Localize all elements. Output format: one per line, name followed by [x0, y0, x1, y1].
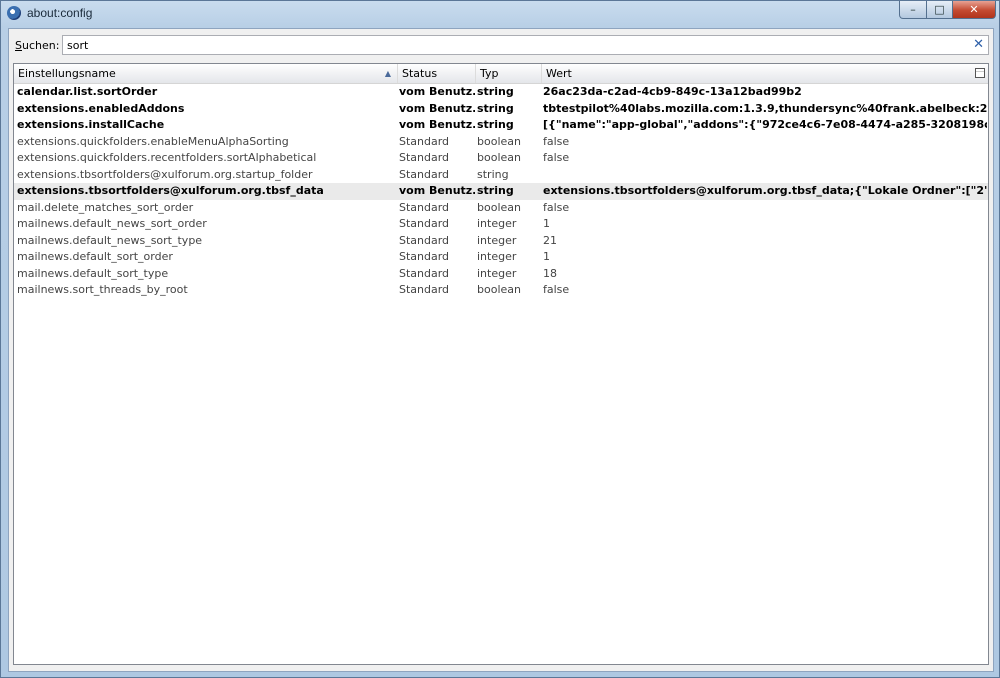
search-label-text: uchen: [21, 39, 60, 52]
cell-type: integer [477, 233, 517, 247]
cell-status: Standard [399, 167, 450, 181]
table-row[interactable]: mail.delete_matches_sort_order Standard bo… [14, 200, 988, 217]
config-content: Suchen: ✕ Einstellungsname ▲ Status Typ … [8, 28, 994, 672]
window-title: about:config [27, 6, 93, 20]
cell-status: Standard [399, 283, 450, 296]
cell-type: integer [477, 250, 517, 263]
maximize-icon: □ [934, 3, 945, 16]
cell-name: extensions.tbsortfolders@xulforum.org.st… [17, 167, 313, 181]
cell-value: tbtestpilot%40labs.mozilla.com:1.3.9,thu… [543, 101, 987, 115]
search-label: Suchen: [15, 39, 59, 52]
table-row[interactable]: extensions.quickfolders.recentfolders.so… [14, 150, 988, 167]
thunderbird-app-icon [7, 6, 21, 20]
cell-value: 1 [543, 250, 550, 263]
cell-name: extensions.installCache [17, 118, 165, 131]
maximize-button[interactable]: □ [926, 1, 953, 19]
cell-status: vom Benutz... [399, 118, 475, 131]
cell-status: vom Benutz... [399, 184, 475, 197]
sort-ascending-icon: ▲ [384, 69, 391, 78]
cell-name: extensions.quickfolders.enableMenuAlphaS… [17, 134, 289, 148]
clear-search-icon[interactable]: ✕ [973, 37, 984, 53]
cell-value: false [543, 200, 570, 214]
cell-value: extensions.tbsortfolders@xulforum.org.tb… [543, 184, 987, 197]
table-row[interactable]: extensions.tbsortfolders@xulforum.org.st… [14, 167, 988, 184]
cell-status: Standard [399, 233, 450, 247]
table-row[interactable]: calendar.list.sortOrder vom Benutz...stri… [14, 84, 988, 101]
close-window-button[interactable]: ✕ [952, 1, 996, 19]
cell-value: false [543, 134, 570, 148]
cell-name: extensions.tbsortfolders@xulforum.org.tb… [17, 184, 324, 197]
cell-name: mailnews.sort_threads_by_root [17, 283, 188, 296]
cell-name: mailnews.default_news_sort_order [17, 217, 207, 230]
cell-value: false [543, 283, 570, 296]
cell-type: integer [477, 217, 517, 230]
cell-value: 26ac23da-c2ad-4cb9-849c-13a12bad99b2 [543, 85, 802, 98]
cell-name: mailnews.default_sort_type [17, 266, 169, 280]
search-box: ✕ [62, 35, 989, 55]
cell-status: Standard [399, 134, 450, 148]
column-header-name-label: Einstellungsname [18, 67, 116, 80]
cell-value: 1 [543, 217, 550, 230]
table-row[interactable]: mailnews.default_sort_type Standard intege… [14, 266, 988, 283]
table-row[interactable]: mailnews.default_news_sort_order Standard… [14, 216, 988, 233]
table-row[interactable]: extensions.tbsortfolders@xulforum.org.tb… [14, 183, 988, 200]
table-row[interactable]: extensions.installCache vom Benutz...stri… [14, 117, 988, 134]
table-row[interactable]: mailnews.sort_threads_by_root Standard boo… [14, 282, 988, 299]
cell-type: string [477, 118, 514, 131]
cell-value: false [543, 151, 570, 164]
tree-header: Einstellungsname ▲ Status Typ Wert [14, 64, 988, 84]
cell-name: mail.delete_matches_sort_order [17, 200, 194, 214]
column-header-status[interactable]: Status [398, 64, 476, 83]
table-row[interactable]: mailnews.default_sort_order Standard integ… [14, 249, 988, 266]
column-header-type-label: Typ [480, 67, 499, 80]
cell-name: mailnews.default_sort_order [17, 250, 173, 263]
cell-type: integer [477, 266, 517, 280]
close-icon: ✕ [969, 3, 979, 16]
cell-value: 21 [543, 233, 557, 247]
title-bar[interactable]: about:config – □ ✕ [1, 1, 999, 25]
preferences-tree[interactable]: Einstellungsname ▲ Status Typ Wert calen… [13, 63, 989, 665]
column-header-status-label: Status [402, 67, 438, 80]
cell-type: string [477, 101, 514, 115]
column-header-value-label: Wert [546, 67, 572, 80]
table-row[interactable]: mailnews.default_news_sort_type Standard i… [14, 233, 988, 250]
cell-type: string [477, 184, 514, 197]
cell-status: Standard [399, 217, 450, 230]
cell-status: vom Benutz... [399, 85, 475, 98]
cell-type: string [477, 85, 514, 98]
minimize-button[interactable]: – [899, 1, 927, 19]
cell-status: Standard [399, 151, 450, 164]
table-row[interactable]: extensions.enabledAddons vom Benutz...str… [14, 101, 988, 118]
cell-type: boolean [477, 151, 521, 164]
cell-name: calendar.list.sortOrder [17, 85, 158, 98]
cell-name: extensions.enabledAddons [17, 101, 185, 115]
search-input[interactable] [63, 36, 967, 54]
cell-value: 18 [543, 266, 557, 280]
cell-value: [{"name":"app-global","addons":{"972ce4c… [543, 118, 987, 131]
search-label-accesskey: S [15, 39, 22, 52]
cell-name: mailnews.default_news_sort_type [17, 233, 203, 247]
column-header-name[interactable]: Einstellungsname ▲ [14, 64, 398, 83]
cell-status: Standard [399, 250, 450, 263]
column-header-value[interactable]: Wert [542, 64, 988, 83]
about-config-window: about:config – □ ✕ Suchen: ✕ Einstellung… [0, 0, 1000, 678]
cell-status: vom Benutz... [399, 101, 475, 115]
cell-status: Standard [399, 266, 450, 280]
cell-status: Standard [399, 200, 450, 214]
cell-type: boolean [477, 200, 521, 214]
minimize-icon: – [910, 3, 916, 16]
column-picker-icon[interactable] [975, 68, 985, 78]
cell-type: boolean [477, 283, 521, 296]
table-row[interactable]: extensions.quickfolders.enableMenuAlphaS… [14, 134, 988, 151]
cell-type: boolean [477, 134, 521, 148]
column-header-type[interactable]: Typ [476, 64, 542, 83]
cell-name: extensions.quickfolders.recentfolders.so… [17, 151, 317, 164]
cell-type: string [477, 167, 509, 181]
